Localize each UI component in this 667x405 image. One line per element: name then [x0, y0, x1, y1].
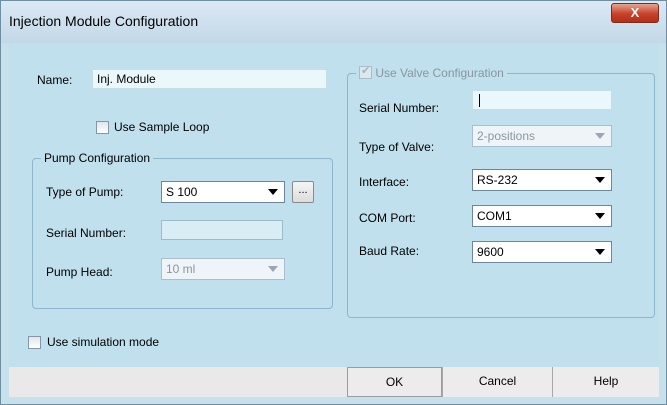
pump-configuration-title: Pump Configuration [41, 151, 154, 165]
pump-head-value: 10 ml [166, 262, 196, 276]
use-simulation-mode-checkbox[interactable] [28, 336, 41, 349]
pump-head-label: Pump Head: [46, 265, 113, 279]
valve-configuration-title: ✔ Use Valve Configuration [356, 65, 507, 81]
chevron-down-icon [268, 266, 278, 272]
checkmark-icon: ✔ [361, 65, 371, 78]
interface-select[interactable]: RS-232 [472, 169, 612, 191]
use-valve-configuration-checkbox[interactable]: ✔ [359, 65, 372, 80]
use-simulation-mode-label: Use simulation mode [47, 335, 160, 349]
window-title: Injection Module Configuration [9, 13, 199, 29]
cancel-button[interactable]: Cancel [442, 367, 552, 397]
pump-serial-number-field[interactable] [161, 220, 283, 240]
pump-serial-number-label: Serial Number: [46, 226, 127, 240]
valve-serial-number-field[interactable] [472, 90, 612, 110]
chevron-down-icon [595, 213, 605, 219]
title-bar[interactable]: Injection Module Configuration X [1, 1, 666, 43]
name-label: Name: [37, 73, 73, 87]
dialog-window: Injection Module Configuration X Name: I… [0, 0, 667, 405]
use-valve-configuration-label: Use Valve Configuration [375, 66, 504, 80]
help-button[interactable]: Help [552, 367, 659, 397]
name-field[interactable]: Inj. Module [92, 69, 327, 89]
baud-rate-value: 9600 [477, 245, 504, 259]
interface-value: RS-232 [477, 173, 518, 187]
button-bar: OK Cancel Help [9, 367, 659, 397]
chevron-down-icon [595, 249, 605, 255]
type-of-pump-select[interactable]: S 100 [161, 181, 285, 203]
type-of-valve-select[interactable]: 2-positions [472, 125, 612, 147]
chevron-down-icon [595, 177, 605, 183]
chevron-down-icon [595, 133, 605, 139]
com-port-label: COM Port: [359, 211, 416, 225]
close-button[interactable]: X [611, 3, 659, 23]
close-icon: X [630, 5, 640, 20]
baud-rate-select[interactable]: 9600 [472, 241, 612, 263]
type-of-valve-label: Type of Valve: [359, 140, 435, 154]
text-cursor [479, 94, 480, 107]
interface-label: Interface: [359, 175, 410, 189]
ok-button[interactable]: OK [347, 367, 442, 397]
com-port-select[interactable]: COM1 [472, 205, 612, 227]
dialog-content: Name: Inj. Module Use Sample Loop Pump C… [9, 43, 659, 367]
com-port-value: COM1 [477, 209, 512, 223]
pump-browse-button[interactable]: ... [292, 181, 314, 203]
type-of-valve-value: 2-positions [477, 129, 536, 143]
pump-head-select[interactable]: 10 ml [161, 258, 285, 280]
use-sample-loop-label: Use Sample Loop [114, 120, 210, 134]
baud-rate-label: Baud Rate: [359, 244, 420, 258]
chevron-down-icon [268, 189, 278, 195]
use-sample-loop-checkbox[interactable] [96, 121, 109, 134]
type-of-pump-label: Type of Pump: [46, 185, 124, 199]
valve-serial-number-label: Serial Number: [359, 101, 440, 115]
type-of-pump-value: S 100 [166, 185, 198, 199]
